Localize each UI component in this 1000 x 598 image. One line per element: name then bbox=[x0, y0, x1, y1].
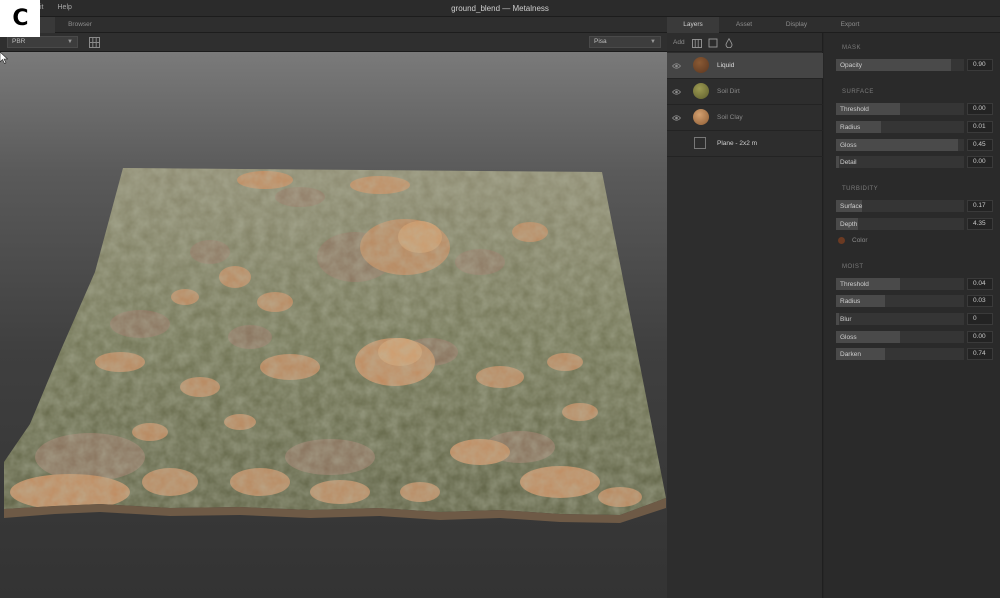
title-bar: it Help ground_blend — Metalness bbox=[0, 0, 1000, 17]
slider-label: Gloss bbox=[840, 142, 857, 149]
slider-gloss[interactable]: Gloss bbox=[836, 139, 964, 151]
logo-letter: C bbox=[12, 6, 28, 31]
add-material-icon[interactable] bbox=[692, 38, 702, 48]
value-field-threshold[interactable]: 0.00 bbox=[967, 103, 993, 115]
slider-radius[interactable]: Radius bbox=[836, 121, 964, 133]
tab-asset[interactable]: Asset bbox=[719, 17, 769, 33]
panel-tabs: Layers Asset Display Export bbox=[667, 17, 1000, 33]
value-field-moist-threshold[interactable]: 0.04 bbox=[967, 278, 993, 290]
slider-moist-threshold[interactable]: Threshold bbox=[836, 278, 964, 290]
color-label: Color bbox=[852, 237, 868, 245]
render-mode-select[interactable]: PBR ▼ bbox=[7, 36, 78, 48]
terrain-render bbox=[4, 168, 666, 523]
slider-darken[interactable]: Darken bbox=[836, 348, 964, 360]
viewport-toolbar: PBR ▼ Pisa ▼ bbox=[0, 33, 667, 52]
tab-display[interactable]: Display bbox=[769, 17, 824, 33]
slider-label: Blur bbox=[840, 316, 852, 323]
chevron-down-icon: ▼ bbox=[67, 39, 73, 45]
layer-soil-clay[interactable]: Soil Clay bbox=[667, 105, 823, 131]
eye-icon[interactable] bbox=[672, 88, 681, 96]
eye-icon[interactable] bbox=[672, 62, 681, 70]
plane-icon bbox=[694, 137, 706, 149]
slider-label: Opacity bbox=[840, 62, 863, 69]
slider-label: Threshold bbox=[840, 106, 869, 113]
color-swatch[interactable] bbox=[838, 237, 845, 244]
section-title-mask: MASK bbox=[842, 45, 862, 51]
slider-fill bbox=[836, 313, 839, 325]
slider-fill bbox=[836, 156, 839, 168]
render-mode-value: PBR bbox=[12, 38, 26, 45]
value-field-blur[interactable]: 0 bbox=[967, 313, 993, 325]
properties-panel: MASK Opacity 0.90 SURFACE Threshold 0.00… bbox=[824, 33, 1000, 598]
layer-thumbnail bbox=[693, 83, 709, 99]
chevron-down-icon: ▼ bbox=[650, 39, 656, 45]
app-logo: C bbox=[0, 0, 40, 37]
tab-layers[interactable]: Layers bbox=[667, 17, 719, 33]
window-title: ground_blend — Metalness bbox=[451, 4, 549, 13]
slider-label: Gloss bbox=[840, 334, 857, 341]
layer-plane[interactable]: Plane - 2x2 m bbox=[667, 131, 823, 157]
slider-depth[interactable]: Depth bbox=[836, 218, 964, 230]
slider-moist-radius[interactable]: Radius bbox=[836, 295, 964, 307]
layer-name: Liquid bbox=[717, 62, 735, 69]
value-field-radius[interactable]: 0.01 bbox=[967, 121, 993, 133]
slider-label: Threshold bbox=[840, 281, 869, 288]
tab-browser[interactable]: Browser bbox=[55, 17, 105, 33]
slider-label: Darken bbox=[840, 351, 861, 358]
environment-select[interactable]: Pisa ▼ bbox=[589, 36, 661, 48]
layer-thumbnail bbox=[693, 57, 709, 73]
value-field-depth[interactable]: 4.35 bbox=[967, 218, 993, 230]
eye-icon[interactable] bbox=[672, 114, 681, 122]
slider-detail[interactable]: Detail bbox=[836, 156, 964, 168]
layer-soil-dirt[interactable]: Soil Dirt bbox=[667, 79, 823, 105]
section-title-moist: MOIST bbox=[842, 264, 864, 270]
value-field-detail[interactable]: 0.00 bbox=[967, 156, 993, 168]
slider-surface[interactable]: Surface bbox=[836, 200, 964, 212]
color-row[interactable]: Color bbox=[838, 237, 868, 244]
value-field-gloss[interactable]: 0.45 bbox=[967, 139, 993, 151]
layer-name: Soil Dirt bbox=[717, 88, 740, 95]
slider-label: Radius bbox=[840, 124, 861, 131]
grid-icon[interactable] bbox=[89, 37, 100, 48]
value-field-moist-gloss[interactable]: 0.00 bbox=[967, 331, 993, 343]
add-mesh-icon[interactable] bbox=[708, 38, 718, 48]
value-field-moist-radius[interactable]: 0.03 bbox=[967, 295, 993, 307]
environment-value: Pisa bbox=[594, 38, 607, 45]
mouse-cursor-icon bbox=[0, 52, 8, 64]
value-field-opacity[interactable]: 0.90 bbox=[967, 59, 993, 71]
slider-moist-gloss[interactable]: Gloss bbox=[836, 331, 964, 343]
slider-label: Radius bbox=[840, 298, 861, 305]
viewport-tabs: Browser bbox=[0, 17, 667, 33]
layers-toolbar: Add bbox=[667, 33, 823, 52]
value-field-darken[interactable]: 0.74 bbox=[967, 348, 993, 360]
3d-viewport[interactable] bbox=[0, 52, 667, 598]
slider-opacity[interactable]: Opacity bbox=[836, 59, 964, 71]
slider-label: Surface bbox=[840, 203, 863, 210]
section-title-turbidity: TURBIDITY bbox=[842, 186, 879, 192]
layer-name: Plane - 2x2 m bbox=[717, 140, 758, 147]
layer-name: Soil Clay bbox=[717, 114, 743, 121]
add-liquid-icon[interactable] bbox=[724, 38, 734, 48]
slider-label: Depth bbox=[840, 221, 858, 228]
add-label: Add bbox=[673, 39, 685, 46]
layer-thumbnail bbox=[693, 109, 709, 125]
slider-label: Detail bbox=[840, 159, 857, 166]
slider-threshold[interactable]: Threshold bbox=[836, 103, 964, 115]
section-title-surface: SURFACE bbox=[842, 89, 874, 95]
value-field-surface[interactable]: 0.17 bbox=[967, 200, 993, 212]
tab-export[interactable]: Export bbox=[824, 17, 876, 33]
layer-liquid[interactable]: Liquid bbox=[667, 53, 823, 79]
slider-blur[interactable]: Blur bbox=[836, 313, 964, 325]
layers-panel: Add Liquid Soil Dirt Soil Clay Plane - 2… bbox=[667, 33, 823, 598]
